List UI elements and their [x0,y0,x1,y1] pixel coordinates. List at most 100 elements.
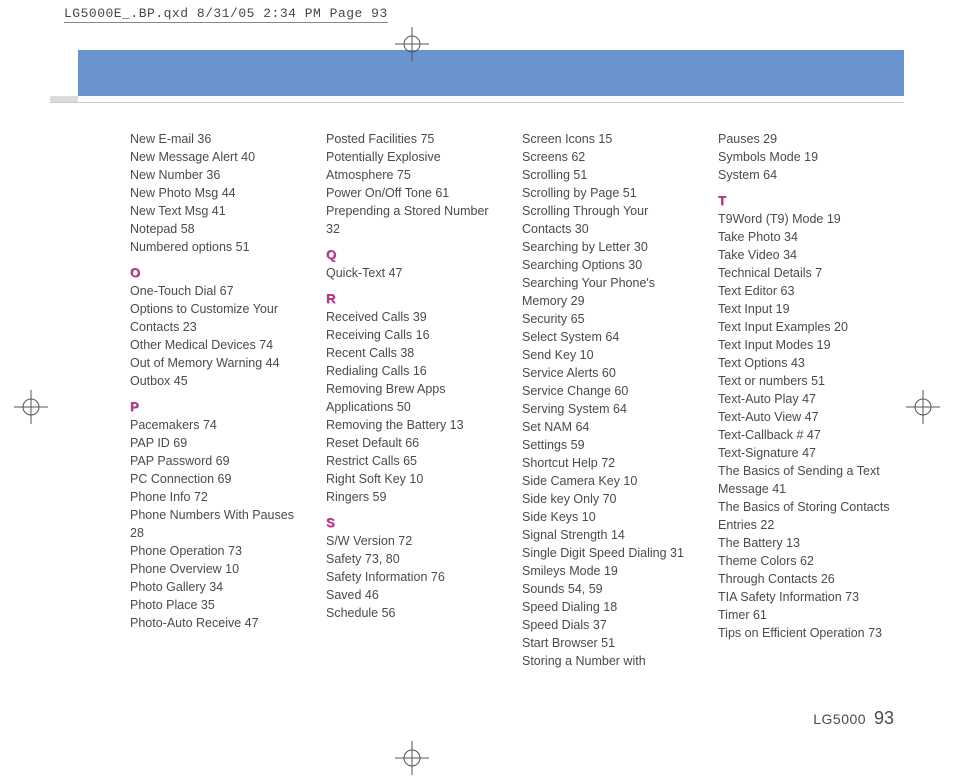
index-entry: One-Touch Dial 67 [130,282,306,300]
index-entry: Removing Brew Apps Applications 50 [326,380,502,416]
index-letter: S [326,514,502,532]
index-entry: Service Alerts 60 [522,364,698,382]
index-entry: PAP ID 69 [130,434,306,452]
index-entry: Searching Options 30 [522,256,698,274]
index-entry: Technical Details 7 [718,264,894,282]
index-column: Posted Facilities 75Potentially Explosiv… [326,130,502,670]
print-meta-header: LG5000E_.BP.qxd 8/31/05 2:34 PM Page 93 [64,6,388,23]
index-entry: S/W Version 72 [326,532,502,550]
index-entry: Select System 64 [522,328,698,346]
index-entry: Set NAM 64 [522,418,698,436]
index-entry: Prepending a Stored Number 32 [326,202,502,238]
index-entry: T9Word (T9) Mode 19 [718,210,894,228]
header-banner [78,50,904,96]
index-entry: TIA Safety Information 73 [718,588,894,606]
index-entry: The Basics of Storing Contacts Entries 2… [718,498,894,534]
index-entry: Pauses 29 [718,130,894,148]
index-entry: Reset Default 66 [326,434,502,452]
page-footer: LG5000 93 [813,708,894,729]
index-entry: Safety 73, 80 [326,550,502,568]
index-entry: Shortcut Help 72 [522,454,698,472]
index-entry: Text-Auto Play 47 [718,390,894,408]
footer-model: LG5000 [813,711,866,727]
index-entry: Settings 59 [522,436,698,454]
index-entry: Schedule 56 [326,604,502,622]
index-entry: Recent Calls 38 [326,344,502,362]
index-entry: New Photo Msg 44 [130,184,306,202]
index-letter: R [326,290,502,308]
index-entry: Outbox 45 [130,372,306,390]
index-entry: The Battery 13 [718,534,894,552]
index-entry: Phone Overview 10 [130,560,306,578]
index-entry: Speed Dials 37 [522,616,698,634]
index-entry: Storing a Number with [522,652,698,670]
index-entry: Text Input Modes 19 [718,336,894,354]
index-entry: Phone Operation 73 [130,542,306,560]
index-entry: Send Key 10 [522,346,698,364]
index-entry: Phone Info 72 [130,488,306,506]
index-entry: Scrolling 51 [522,166,698,184]
index-entry: Scrolling by Page 51 [522,184,698,202]
index-entry: Start Browser 51 [522,634,698,652]
index-entry: Saved 46 [326,586,502,604]
footer-page-number: 93 [874,708,894,728]
index-entry: Text-Signature 47 [718,444,894,462]
index-entry: Text Options 43 [718,354,894,372]
index-entry: Searching Your Phone's Memory 29 [522,274,698,310]
index-entry: Screens 62 [522,148,698,166]
index-entry: Text-Callback # 47 [718,426,894,444]
index-entry: Options to Customize Your Contacts 23 [130,300,306,336]
index-entry: New Text Msg 41 [130,202,306,220]
index-letter: O [130,264,306,282]
index-entry: Received Calls 39 [326,308,502,326]
index-entry: Searching by Letter 30 [522,238,698,256]
index-column: Screen Icons 15Screens 62Scrolling 51Scr… [522,130,698,670]
index-entry: Redialing Calls 16 [326,362,502,380]
index-letter: Q [326,246,502,264]
index-entry: Smileys Mode 19 [522,562,698,580]
index-entry: System 64 [718,166,894,184]
index-entry: PAP Password 69 [130,452,306,470]
index-column: New E-mail 36New Message Alert 40New Num… [130,130,306,670]
index-entry: Out of Memory Warning 44 [130,354,306,372]
index-entry: New Number 36 [130,166,306,184]
index-column: Pauses 29Symbols Mode 19System 64TT9Word… [718,130,894,670]
index-entry: Safety Information 76 [326,568,502,586]
header-rule [50,102,904,103]
index-entry: Photo Place 35 [130,596,306,614]
index-entry: Side Camera Key 10 [522,472,698,490]
index-entry: Photo Gallery 34 [130,578,306,596]
index-entry: Text-Auto View 47 [718,408,894,426]
index-entry: Restrict Calls 65 [326,452,502,470]
registration-mark-icon [906,390,940,424]
index-entry: Other Medical Devices 74 [130,336,306,354]
index-entry: Phone Numbers With Pauses 28 [130,506,306,542]
index-columns: New E-mail 36New Message Alert 40New Num… [130,130,894,670]
index-entry: The Basics of Sending a Text Message 41 [718,462,894,498]
index-entry: Power On/Off Tone 61 [326,184,502,202]
index-entry: Pacemakers 74 [130,416,306,434]
page: LG5000E_.BP.qxd 8/31/05 2:34 PM Page 93 … [0,0,954,781]
index-entry: Signal Strength 14 [522,526,698,544]
index-entry: Screen Icons 15 [522,130,698,148]
index-entry: Right Soft Key 10 [326,470,502,488]
index-entry: Quick-Text 47 [326,264,502,282]
registration-mark-icon [395,741,429,775]
registration-mark-icon [14,390,48,424]
index-entry: Potentially Explosive Atmosphere 75 [326,148,502,184]
index-entry: Scrolling Through Your Contacts 30 [522,202,698,238]
index-entry: Receiving Calls 16 [326,326,502,344]
index-entry: Take Video 34 [718,246,894,264]
index-letter: P [130,398,306,416]
index-entry: Ringers 59 [326,488,502,506]
index-entry: Text Input Examples 20 [718,318,894,336]
index-entry: Numbered options 51 [130,238,306,256]
index-entry: Side Keys 10 [522,508,698,526]
index-entry: Text or numbers 51 [718,372,894,390]
index-entry: Tips on Efficient Operation 73 [718,624,894,642]
index-entry: Side key Only 70 [522,490,698,508]
index-entry: Notepad 58 [130,220,306,238]
index-entry: Posted Facilities 75 [326,130,502,148]
index-entry: Sounds 54, 59 [522,580,698,598]
index-entry: Through Contacts 26 [718,570,894,588]
